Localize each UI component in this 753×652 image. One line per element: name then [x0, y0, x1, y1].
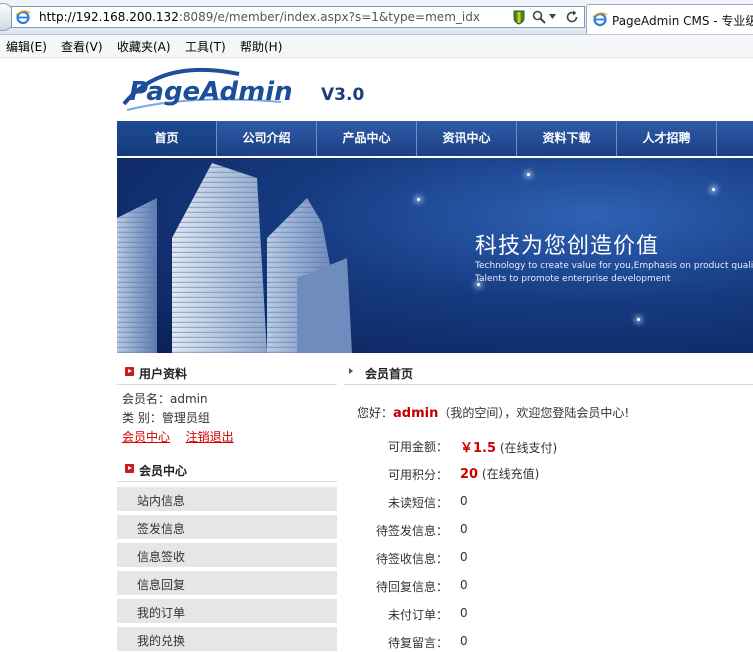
menu-label: 信息回复 [137, 578, 186, 592]
welcome-message: 您好：admin（我的空间），欢迎您登陆会员中心! [357, 404, 629, 421]
menu-tools[interactable]: 工具(T) [185, 38, 226, 55]
arrow-right-icon [349, 368, 353, 374]
menu-view[interactable]: 查看(V) [61, 38, 103, 55]
nav-about[interactable]: 公司介绍 [217, 121, 317, 156]
menu-issue-info[interactable]: 签发信息 [117, 515, 337, 540]
stat-label-pending-reply: 待回复信息： [375, 580, 448, 594]
address-bar-area: http://192.168.200.132:8089/e/member/ind… [0, 0, 753, 35]
search-icon[interactable] [531, 9, 547, 25]
bullet-arrow-icon [125, 367, 134, 376]
member-center-title: 会员中心 [139, 464, 188, 478]
member-center-header: 会员中心 [117, 457, 337, 482]
nav-downloads[interactable]: 资料下载 [517, 121, 617, 156]
stat-label-unpaid-orders: 未付订单： [387, 608, 448, 622]
nav-contact[interactable]: 联系 [717, 121, 753, 156]
online-payment-link[interactable]: (在线支付) [500, 441, 557, 455]
stat-label-pending-messages: 待复留言： [387, 636, 448, 650]
menu-help[interactable]: 帮助(H) [240, 38, 282, 55]
ie-page-icon [15, 10, 31, 25]
greet-prefix: 您好： [357, 406, 394, 420]
skyscraper-image [117, 163, 352, 353]
member-name: 会员名：admin [122, 392, 208, 406]
username: admin [393, 406, 439, 421]
stat-label-points: 可用积分： [387, 468, 448, 482]
menu-my-exchanges[interactable]: 我的兑换 [117, 627, 337, 652]
stat-unread: 0 [460, 494, 468, 508]
banner-tagline-1: Technology to create value for you,Empha… [475, 261, 753, 271]
balance-value: ￥1.5 [460, 441, 497, 456]
profile-title: 用户资料 [139, 367, 188, 381]
stat-pending-messages: 0 [460, 634, 468, 648]
menu-label: 信息签收 [137, 550, 186, 564]
logout-link[interactable]: 注销退出 [186, 430, 234, 444]
member-home-header: 会员首页 [344, 360, 753, 385]
stat-label-unread: 未读短信： [387, 496, 448, 510]
banner-tagline-2: Talents to promote enterprise developmen… [475, 274, 671, 284]
menu-reply-info[interactable]: 信息回复 [117, 571, 337, 596]
stat-points: 20 (在线充值) [460, 465, 539, 482]
stat-pending-sign: 0 [460, 550, 468, 564]
stat-label-pending-issue: 待签发信息： [375, 524, 448, 538]
browser-tab[interactable]: PageAdmin CMS - 专业级 [586, 4, 753, 34]
points-value: 20 [460, 467, 479, 482]
dropdown-arrow-icon[interactable] [549, 14, 556, 19]
stat-pending-reply: 0 [460, 578, 468, 592]
pageadmin-logo[interactable]: PageAdmin V3.0 [121, 64, 381, 116]
stat-balance: ￥1.5 (在线支付) [460, 437, 557, 456]
hero-banner: 科技为您创造价值 Technology to create value for … [117, 158, 753, 353]
menu-internal-messages[interactable]: 站内信息 [117, 487, 337, 512]
url-field[interactable]: http://192.168.200.132:8089/e/member/ind… [11, 6, 585, 28]
menu-label: 签发信息 [137, 522, 186, 536]
stat-unpaid-orders: 0 [460, 606, 468, 620]
compatibility-view-icon[interactable] [511, 9, 527, 25]
member-home-title: 会员首页 [365, 367, 414, 381]
nav-home[interactable]: 首页 [117, 121, 217, 156]
nav-jobs[interactable]: 人才招聘 [617, 121, 717, 156]
menu-sign-info[interactable]: 信息签收 [117, 543, 337, 568]
menu-label: 我的订单 [137, 606, 186, 620]
nav-news[interactable]: 资讯中心 [417, 121, 517, 156]
account-links: 会员中心 注销退出 [122, 428, 234, 445]
stat-label-balance: 可用金额： [387, 440, 448, 454]
refresh-icon[interactable] [564, 9, 580, 25]
greet-suffix: （我的空间），欢迎您登陆会员中心! [438, 406, 630, 420]
logo-version: V3.0 [321, 85, 364, 105]
nav-products[interactable]: 产品中心 [317, 121, 417, 156]
member-category: 类 别：管理员组 [122, 411, 210, 425]
profile-header: 用户资料 [117, 360, 337, 385]
stat-label-pending-sign: 待签收信息： [375, 552, 448, 566]
menu-favorites[interactable]: 收藏夹(A) [117, 38, 171, 55]
menu-label: 我的兑换 [137, 634, 186, 648]
tab-title: PageAdmin CMS - 专业级 [612, 14, 753, 28]
menu-my-orders[interactable]: 我的订单 [117, 599, 337, 624]
logo-wordmark: PageAdmin [129, 77, 293, 107]
url-host: http://192.168.200.132 [39, 10, 179, 24]
banner-slogan: 科技为您创造价值 [475, 234, 660, 259]
menu-edit[interactable]: 编辑(E) [6, 38, 47, 55]
bullet-arrow-icon [125, 464, 134, 473]
tab-ie-icon [592, 12, 608, 27]
main-navigation: 首页 公司介绍 产品中心 资讯中心 资料下载 人才招聘 联系 [117, 121, 753, 156]
menu-label: 站内信息 [137, 494, 186, 508]
online-recharge-link[interactable]: (在线充值) [482, 467, 539, 481]
url-path: :8089/e/member/index.aspx?s=1&type=mem_i… [178, 10, 480, 24]
stat-pending-issue: 0 [460, 522, 468, 536]
member-center-link[interactable]: 会员中心 [122, 430, 170, 444]
menu-bar: 编辑(E) 查看(V) 收藏夹(A) 工具(T) 帮助(H) [0, 35, 753, 58]
